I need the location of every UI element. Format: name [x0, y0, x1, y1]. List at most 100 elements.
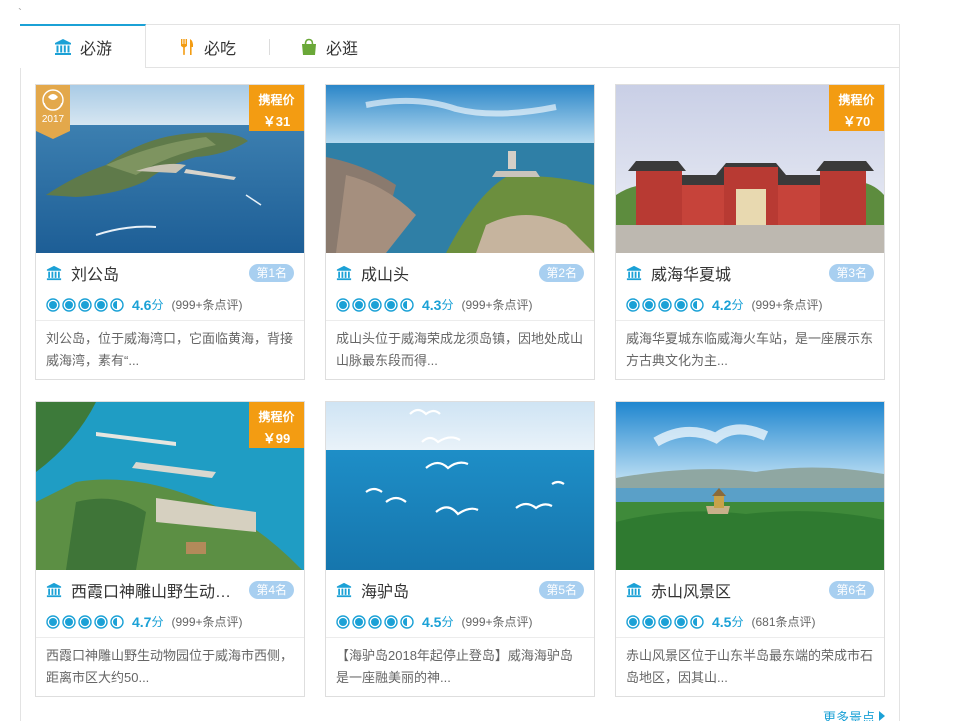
- rating-dot-icon: [46, 297, 60, 312]
- attraction-name[interactable]: 西霞口神雕山野生动物...: [71, 578, 243, 602]
- museum-icon: [336, 265, 352, 281]
- rating-score: 4.7: [132, 613, 152, 630]
- attraction-name[interactable]: 威海华夏城: [651, 261, 823, 285]
- attraction-description: 刘公岛，位于威海湾口，它面临黄海，背接威海湾，素有“...: [46, 331, 294, 368]
- rating-unit: 分: [731, 615, 744, 629]
- museum-icon: [46, 265, 62, 281]
- attraction-photo[interactable]: 携程价 ￥99: [36, 402, 304, 570]
- rank-badge: 第2名: [539, 264, 584, 282]
- rating-dot-icon: [368, 614, 382, 629]
- price-value: ￥99: [262, 431, 291, 446]
- attraction-photo[interactable]: [616, 402, 884, 570]
- category-tabs: 必游 必吃 必逛: [20, 24, 899, 68]
- museum-icon: [626, 582, 642, 598]
- price-tag: 携程价 ￥99: [249, 402, 304, 448]
- rating-dots: [46, 614, 124, 629]
- title-row: 海驴岛 第5名: [326, 570, 594, 610]
- attraction-card[interactable]: 携程价 ￥70 威海华夏城 第3名 4.2 分 (999+条点评) 威海华夏城东…: [615, 84, 885, 380]
- rating-dot-icon: [46, 614, 60, 629]
- attraction-card[interactable]: 2017 携程价 ￥31 刘公岛 第1名 4.6 分 (999+条点评) 刘公岛…: [35, 84, 305, 380]
- rating-dot-icon: [78, 297, 92, 312]
- attraction-photo[interactable]: 携程价 ￥70: [616, 85, 884, 253]
- price-tag: 携程价 ￥31: [249, 85, 304, 131]
- tab-must-shop[interactable]: 必逛: [300, 25, 358, 68]
- rank-badge: 第3名: [829, 264, 874, 282]
- attraction-name[interactable]: 刘公岛: [71, 261, 243, 285]
- title-row: 威海华夏城 第3名: [616, 253, 884, 293]
- rating-dot-icon: [642, 614, 656, 629]
- rating-unit: 分: [441, 615, 454, 629]
- attraction-photo[interactable]: [326, 85, 594, 253]
- attraction-description: 【海驴岛2018年起停止登岛】威海海驴岛是一座融美丽的神...: [336, 648, 573, 685]
- review-count[interactable]: (999+条点评): [461, 613, 532, 630]
- rating-dots: [626, 614, 704, 629]
- rating-dot-icon: [400, 614, 414, 629]
- fork-knife-icon: [181, 38, 194, 55]
- rating-dots: [626, 297, 704, 312]
- rating-dot-icon: [642, 297, 656, 312]
- rating-dot-icon: [384, 614, 398, 629]
- rank-badge: 第5名: [539, 581, 584, 599]
- tab-must-eat[interactable]: 必吃: [178, 25, 236, 68]
- attraction-photo[interactable]: 2017 携程价 ￥31: [36, 85, 304, 253]
- attraction-name[interactable]: 成山头: [361, 261, 533, 285]
- title-row: 成山头 第2名: [326, 253, 594, 293]
- review-count[interactable]: (681条点评): [751, 613, 815, 630]
- rating-row: 4.6 分 (999+条点评): [36, 293, 304, 321]
- rating-row: 4.5 分 (999+条点评): [326, 610, 594, 638]
- review-count[interactable]: (999+条点评): [171, 296, 242, 313]
- must-see-panel: 必游 必吃 必逛 2017 携程价 ￥31 刘公岛 第1名 4.6 分 (999…: [20, 24, 900, 721]
- award-badge: 2017: [36, 85, 70, 139]
- tab-must-visit[interactable]: 必游: [20, 24, 146, 68]
- attraction-description: 成山头位于威海荣成龙须岛镇，因地处成山山脉最东段而得...: [336, 331, 584, 368]
- attraction-name[interactable]: 海驴岛: [361, 578, 533, 602]
- rating-dot-icon: [674, 297, 688, 312]
- attraction-description: 西霞口神雕山野生动物园位于威海市西侧，距离市区大约50...: [46, 648, 294, 685]
- title-row: 赤山风景区 第6名: [616, 570, 884, 610]
- rating-score: 4.5: [712, 613, 732, 630]
- rating-dot-icon: [690, 297, 704, 312]
- museum-icon: [626, 265, 642, 281]
- award-laurel-icon: [36, 85, 70, 139]
- price-value: ￥70: [842, 114, 871, 129]
- rank-badge: 第4名: [249, 581, 294, 599]
- rating-row: 4.2 分 (999+条点评): [616, 293, 884, 321]
- more-attractions-label: 更多景点: [822, 709, 875, 721]
- rank-badge: 第1名: [249, 264, 294, 282]
- rating-dot-icon: [674, 614, 688, 629]
- attraction-photo[interactable]: [326, 402, 594, 570]
- tab-label: 必逛: [326, 40, 359, 58]
- review-count[interactable]: (999+条点评): [171, 613, 242, 630]
- review-count[interactable]: (999+条点评): [461, 296, 532, 313]
- attraction-card[interactable]: 成山头 第2名 4.3 分 (999+条点评) 成山头位于威海荣成龙须岛镇，因地…: [325, 84, 595, 380]
- rating-unit: 分: [151, 298, 164, 312]
- rating-score: 4.2: [712, 296, 732, 313]
- museum-icon: [46, 582, 62, 598]
- mountain-temple-photo: [616, 402, 884, 570]
- title-row: 刘公岛 第1名: [36, 253, 304, 293]
- rating-dot-icon: [658, 614, 672, 629]
- rating-score: 4.5: [422, 613, 442, 630]
- rating-dot-icon: [78, 614, 92, 629]
- shopping-bag-icon: [302, 38, 317, 55]
- rating-dot-icon: [62, 614, 76, 629]
- review-count[interactable]: (999+条点评): [751, 296, 822, 313]
- rating-dots: [336, 297, 414, 312]
- attraction-description: 威海华夏城东临威海火车站，是一座展示东方古典文化为主...: [626, 331, 874, 368]
- museum-icon: [55, 39, 71, 55]
- more-attractions-link[interactable]: 更多景点: [823, 707, 885, 721]
- attraction-card[interactable]: 携程价 ￥99 西霞口神雕山野生动物... 第4名 4.7 分 (999+条点评…: [35, 401, 305, 697]
- rating-dots: [336, 614, 414, 629]
- attraction-card[interactable]: 海驴岛 第5名 4.5 分 (999+条点评) 【海驴岛2018年起停止登岛】威…: [325, 401, 595, 697]
- award-year: 2017: [41, 114, 65, 125]
- rating-score: 4.3: [422, 296, 442, 313]
- rating-dot-icon: [626, 614, 640, 629]
- rating-dot-icon: [94, 614, 108, 629]
- seagulls-sea-photo: [326, 402, 594, 570]
- rating-dot-icon: [690, 614, 704, 629]
- rating-row: 4.3 分 (999+条点评): [326, 293, 594, 321]
- attraction-name[interactable]: 赤山风景区: [651, 578, 823, 602]
- rating-dot-icon: [368, 297, 382, 312]
- price-label: 携程价: [258, 410, 295, 424]
- attraction-card[interactable]: 赤山风景区 第6名 4.5 分 (681条点评) 赤山风景区位于山东半岛最东端的…: [615, 401, 885, 697]
